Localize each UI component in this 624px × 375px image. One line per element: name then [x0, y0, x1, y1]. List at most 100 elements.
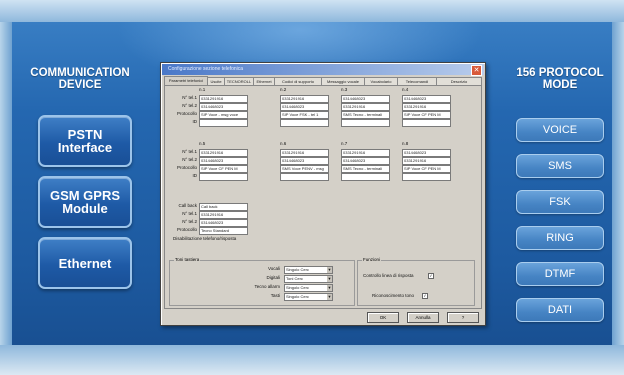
dati-mode-button[interactable]: DATI: [516, 298, 604, 322]
protocol-mode-title: 156 PROTOCOL MODE: [516, 67, 604, 91]
ethernet-button[interactable]: Ethernet: [38, 237, 132, 289]
fsk-mode-button[interactable]: FSK: [516, 190, 604, 214]
chevron-down-icon: ▼: [327, 294, 332, 300]
parametri-panel: N° tel.1 N° tel.2 Protocollo ID n.1 0331…: [164, 85, 482, 309]
slot8-protocol-field[interactable]: SIP Voce CF PEN M: [402, 165, 451, 173]
configuration-dialog: Configurazione sezione telefonica ✕ Para…: [160, 62, 486, 326]
communication-device-title: COMMUNICATION DEVICE: [30, 67, 130, 91]
label-protocol: Protocollo: [176, 227, 197, 232]
toni-digitali-select[interactable]: Toni Cerc ▼: [284, 275, 333, 283]
slot-number: n.2: [280, 87, 287, 92]
dtmf-mode-button[interactable]: DTMF: [516, 262, 604, 286]
slot8-id-field[interactable]: [402, 173, 451, 181]
slot-number: n.6: [280, 141, 287, 146]
slot4-tel2-field[interactable]: 0331291916: [402, 103, 451, 111]
ok-button[interactable]: OK: [367, 312, 399, 323]
callback-tel2-field[interactable]: 0314468023: [199, 219, 248, 227]
slot5-tel2-field[interactable]: 0314468023: [199, 157, 248, 165]
chevron-down-icon: ▼: [327, 267, 332, 273]
sms-mode-button[interactable]: SMS: [516, 154, 604, 178]
close-icon[interactable]: ✕: [471, 65, 482, 76]
slot6-tel2-field[interactable]: 0314468023: [280, 157, 329, 165]
toni-groupbox: Toni tastiera Vocali Singolo Cerc ▼ Digit…: [169, 257, 355, 306]
check1-checkbox[interactable]: ✓: [428, 273, 434, 279]
funzioni-group-label: Funzioni: [362, 257, 382, 263]
funzioni-groupbox: Funzioni Controllo linea di risposta ✓ R…: [357, 257, 475, 306]
slot-number: n.7: [341, 141, 348, 146]
frame-right: [612, 22, 624, 345]
slot1-id-field[interactable]: [199, 119, 248, 127]
slot5-id-field[interactable]: [199, 173, 248, 181]
slot-number: n.4: [402, 87, 409, 92]
label-n2: N° tel.2: [182, 157, 197, 162]
slot5-tel1-field[interactable]: 0331291916: [199, 149, 248, 157]
toni-row-label: Tasti: [270, 293, 280, 298]
slot7-tel2-field[interactable]: 0314468023: [341, 157, 390, 165]
toni-tasti-select[interactable]: Singolo Cerc ▼: [284, 293, 333, 301]
slot1-tel1-field[interactable]: 0331291916: [199, 95, 248, 103]
toni-tecno-select[interactable]: Singolo Cerc ▼: [284, 284, 333, 292]
dialog-title: Configurazione sezione telefonica: [168, 66, 244, 72]
slot3-id-field[interactable]: [341, 119, 390, 127]
slot4-tel1-field[interactable]: 0314468023: [402, 95, 451, 103]
slot2-id-field[interactable]: [280, 119, 329, 127]
label-n2: N° tel.2: [182, 219, 197, 224]
slot5-protocol-field[interactable]: SIP Voce CF PEN M: [199, 165, 248, 173]
slot2-protocol-field[interactable]: SIP Voce FSK - tel 1: [280, 111, 329, 119]
frame-top: [0, 0, 624, 22]
check2-label: Riconoscimento tono: [372, 293, 415, 298]
cancel-button[interactable]: Annulla: [407, 312, 439, 323]
disable-answer-label: Disabilitazione telefono/risposta: [173, 236, 237, 241]
slot8-tel1-field[interactable]: 0314468023: [402, 149, 451, 157]
toni-row-label: Digitali: [266, 275, 280, 280]
toni-tecno-value: Singolo Cerc: [286, 285, 309, 290]
slot6-tel1-field[interactable]: 0331291916: [280, 149, 329, 157]
dialog-titlebar: Configurazione sezione telefonica ✕: [162, 64, 484, 76]
toni-vocali-value: Singolo Cerc: [286, 267, 309, 272]
callback-field[interactable]: Call back: [199, 203, 248, 211]
slot-number: n.5: [199, 141, 206, 146]
slot3-protocol-field[interactable]: SMS Tecno - terminali: [341, 111, 390, 119]
voice-mode-button[interactable]: VOICE: [516, 118, 604, 142]
ring-mode-button[interactable]: RING: [516, 226, 604, 250]
slot8-tel2-field[interactable]: 0331291916: [402, 157, 451, 165]
slot-number: n.1: [199, 87, 206, 92]
slot1-protocol-field[interactable]: SIP Voce - msg voce: [199, 111, 248, 119]
label-id: ID: [192, 173, 198, 178]
label-protocol: Protocollo: [176, 165, 197, 170]
callback-protocol-field[interactable]: Tecno Standard: [199, 227, 248, 235]
toni-group-label: Toni tastiera: [174, 257, 201, 263]
label-id: ID: [192, 119, 198, 124]
slot-number: n.8: [402, 141, 409, 146]
slot6-id-field[interactable]: [280, 173, 329, 181]
label-n1: N° tel.1: [182, 149, 197, 154]
slot2-tel2-field[interactable]: 0314468023: [280, 103, 329, 111]
toni-row-label: Vocali: [267, 266, 280, 271]
callback-tel1-field[interactable]: 0331291916: [199, 211, 248, 219]
frame-left: [0, 22, 12, 345]
help-button[interactable]: ?: [447, 312, 479, 323]
slot3-tel1-field[interactable]: 0314468023: [341, 95, 390, 103]
pstn-interface-button[interactable]: PSTN Interface: [38, 115, 132, 167]
slot4-id-field[interactable]: [402, 119, 451, 127]
check1-label: Controllo linea di risposta: [363, 273, 414, 278]
chevron-down-icon: ▼: [327, 276, 332, 282]
slot-number: n.3: [341, 87, 348, 92]
frame-bottom: [0, 345, 624, 375]
label-n1: N° tel.1: [182, 95, 197, 100]
slot3-tel2-field[interactable]: 0331291916: [341, 103, 390, 111]
slot4-protocol-field[interactable]: SIP Voce CF PEN M: [402, 111, 451, 119]
slot1-tel2-field[interactable]: 0314468023: [199, 103, 248, 111]
slot7-protocol-field[interactable]: SMS Tecno - terminali: [341, 165, 390, 173]
check2-checkbox[interactable]: ✓: [422, 293, 428, 299]
toni-vocali-select[interactable]: Singolo Cerc ▼: [284, 266, 333, 274]
slot6-protocol-field[interactable]: SMS Voce PENV - msg: [280, 165, 329, 173]
toni-digitali-value: Toni Cerc: [286, 276, 303, 281]
gsm-gprs-module-button[interactable]: GSM GPRS Module: [38, 176, 132, 228]
slot2-tel1-field[interactable]: 0331291916: [280, 95, 329, 103]
toni-tasti-value: Singolo Cerc: [286, 294, 309, 299]
slot7-id-field[interactable]: [341, 173, 390, 181]
label-n2: N° tel.2: [182, 103, 197, 108]
slot7-tel1-field[interactable]: 0331291916: [341, 149, 390, 157]
label-protocol: Protocollo: [176, 111, 197, 116]
